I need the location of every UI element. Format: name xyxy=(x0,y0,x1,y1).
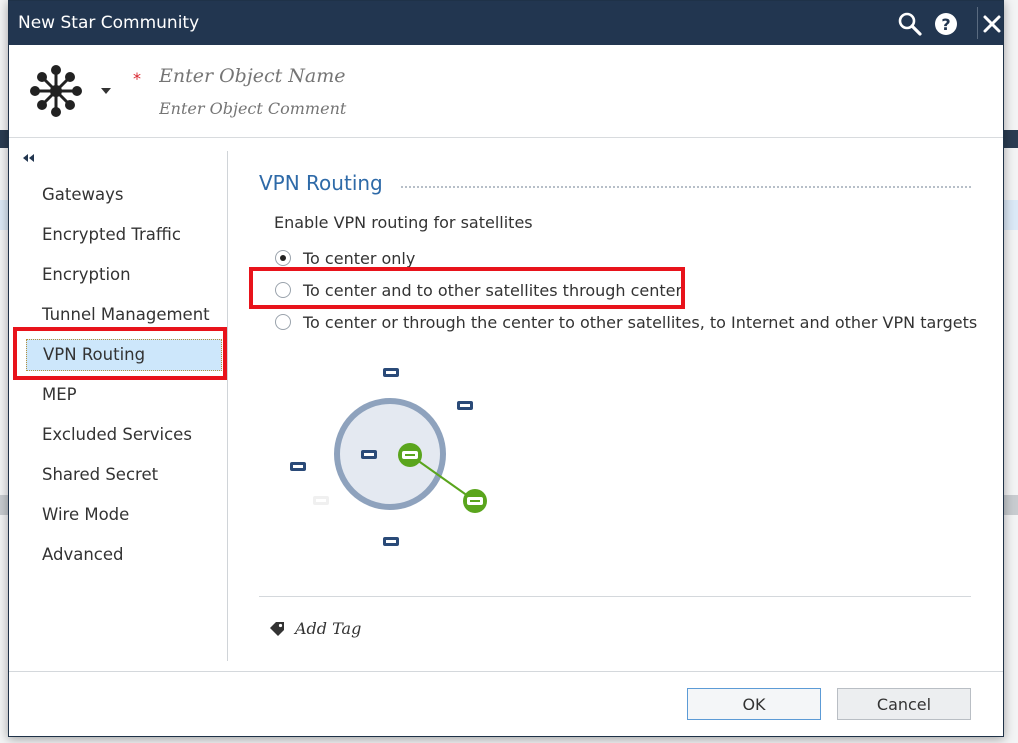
svg-text:?: ? xyxy=(941,15,950,34)
radio-button[interactable] xyxy=(275,282,291,298)
gateway-icon xyxy=(463,489,487,513)
add-tag-label: Add Tag xyxy=(295,619,362,638)
tag-icon xyxy=(270,621,284,636)
object-comment-input[interactable] xyxy=(159,99,759,118)
section-title: VPN Routing xyxy=(259,171,383,195)
title-bar: New Star Community ? xyxy=(9,1,1003,45)
sidebar-item-advanced[interactable]: Advanced xyxy=(23,535,227,575)
object-name-input[interactable] xyxy=(159,65,759,87)
object-header: * xyxy=(9,45,1003,138)
dialog-footer: OK Cancel xyxy=(9,671,1003,736)
gateway-icon xyxy=(313,496,329,505)
routing-intro: Enable VPN routing for satellites xyxy=(274,213,533,232)
star-community-icon xyxy=(30,65,82,117)
sidebar-item-encryption[interactable]: Encryption xyxy=(23,255,227,295)
collapse-icon[interactable] xyxy=(23,153,35,163)
background-row xyxy=(0,200,8,230)
sidebar-item-gateways[interactable]: Gateways xyxy=(23,175,227,215)
gateway-icon xyxy=(383,537,399,546)
radio-label: To center and to other satellites throug… xyxy=(303,280,683,300)
ok-button[interactable]: OK xyxy=(687,688,821,720)
title-separator xyxy=(977,7,978,39)
sidebar-item-shared-secret[interactable]: Shared Secret xyxy=(23,455,227,495)
sidebar-item-mep[interactable]: MEP xyxy=(23,375,227,415)
sidebar-item-wire-mode[interactable]: Wire Mode xyxy=(23,495,227,535)
required-mark: * xyxy=(133,69,141,88)
sidebar-item-encrypted-traffic[interactable]: Encrypted Traffic xyxy=(23,215,227,255)
section-rule xyxy=(401,186,971,188)
sidebar-item-vpn-routing[interactable]: VPN Routing xyxy=(26,339,222,371)
gateway-icon xyxy=(457,401,473,410)
star-community-dialog: New Star Community ? * Enter Object Name… xyxy=(8,0,1004,737)
radio-button[interactable] xyxy=(275,314,291,330)
sidebar-item-tunnel-management[interactable]: Tunnel Management xyxy=(23,295,227,335)
radio-label: To center or through the center to other… xyxy=(303,312,978,332)
gateway-icon xyxy=(361,450,377,459)
gateway-icon xyxy=(383,368,399,377)
sidebar-divider xyxy=(227,151,228,661)
content-divider xyxy=(259,596,971,597)
search-icon[interactable] xyxy=(897,11,923,37)
sidebar-nav: Gateways Encrypted Traffic Encryption Tu… xyxy=(23,175,227,575)
close-icon[interactable] xyxy=(979,11,1005,37)
sidebar-item-excluded-services[interactable]: Excluded Services xyxy=(23,415,227,455)
window-title: New Star Community xyxy=(18,13,200,33)
chevron-down-icon[interactable] xyxy=(101,87,111,95)
radio-option-center-and-satellites[interactable]: To center and to other satellites throug… xyxy=(275,278,682,302)
radio-button[interactable] xyxy=(275,250,291,266)
radio-option-center-internet-vpn[interactable]: To center or through the center to other… xyxy=(275,310,977,334)
cancel-button[interactable]: Cancel xyxy=(837,688,971,720)
radio-option-center-only[interactable]: To center only xyxy=(275,246,415,270)
background-row xyxy=(1004,200,1018,230)
center-circle xyxy=(334,398,446,510)
help-icon[interactable]: ? xyxy=(933,11,959,37)
vpn-routing-diagram xyxy=(290,368,487,546)
radio-label: To center only xyxy=(303,248,416,268)
add-tag-link[interactable]: Add Tag xyxy=(269,619,361,638)
gateway-icon xyxy=(290,462,306,471)
gateway-icon xyxy=(398,443,422,467)
